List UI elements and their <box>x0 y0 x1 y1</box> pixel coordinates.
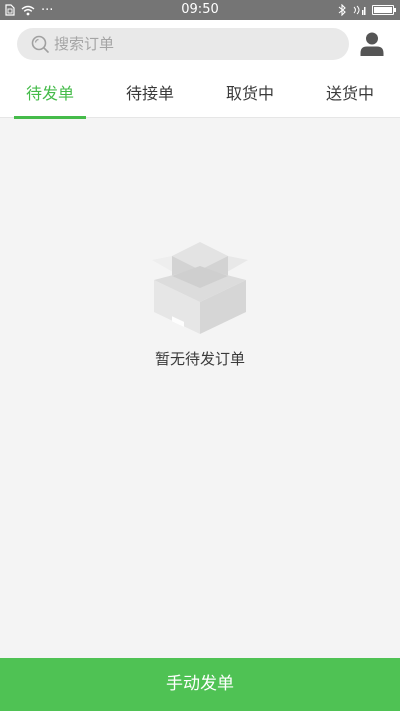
order-tabs: 待发单 待接单 取货中 送货中 <box>0 72 400 119</box>
user-profile-icon[interactable] <box>359 31 385 57</box>
tab-pending-accept[interactable]: 待接单 <box>100 72 200 118</box>
empty-message: 暂无待发订单 <box>154 350 245 368</box>
tab-label: 送货中 <box>325 84 374 103</box>
tab-picking-up[interactable]: 取货中 <box>200 72 300 118</box>
status-bar: ··· 09:50 <box>0 0 400 20</box>
battery-icon <box>372 5 396 15</box>
status-right-icons <box>338 1 396 19</box>
tab-pending-dispatch[interactable]: 待发单 <box>0 72 100 119</box>
tab-label: 取货中 <box>225 84 274 103</box>
search-bar[interactable] <box>17 28 349 60</box>
tab-delivering[interactable]: 送货中 <box>300 72 400 118</box>
header: 待发单 待接单 取货中 送货中 <box>0 20 400 119</box>
manual-dispatch-button[interactable]: 手动发单 <box>0 658 400 711</box>
active-tab-indicator <box>14 116 86 119</box>
tab-label: 待接单 <box>125 84 174 103</box>
bluetooth-icon <box>338 4 346 16</box>
search-input[interactable] <box>54 29 324 59</box>
search-icon <box>31 35 49 53</box>
signal-icon <box>353 5 366 15</box>
empty-state: 暂无待发订单 <box>0 240 400 369</box>
tab-label: 待发单 <box>25 84 74 103</box>
empty-box-icon <box>152 242 248 334</box>
